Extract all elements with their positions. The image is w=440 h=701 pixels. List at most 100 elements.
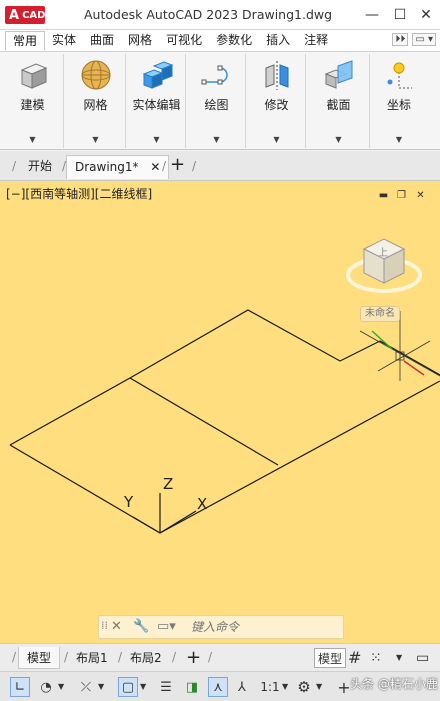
layout-tab-bar: / 模型 / 布局1 / 布局2 / + / 模型 # ⁙ ▼ ▭ [0, 643, 440, 671]
close-icon: ✕ [420, 7, 432, 23]
panel-mesh[interactable]: 网格 ▼ [66, 54, 126, 148]
snap-icon[interactable]: ⁙ [370, 648, 382, 668]
chevron-down-icon[interactable]: ▼ [66, 135, 125, 144]
mesh-sphere-icon [81, 60, 110, 90]
tab-separator: / [64, 650, 69, 664]
chevron-down-icon[interactable]: ▼ [58, 682, 64, 691]
title-bar: A CAD Autodesk AutoCAD 2023 Drawing1.dwg … [0, 0, 440, 30]
chevron-down-icon[interactable]: ▼ [316, 682, 322, 691]
axis-z-label: Z [163, 475, 174, 493]
chevron-down-icon[interactable]: ▼ [372, 135, 426, 144]
gear-icon[interactable]: ⚙ [294, 677, 314, 697]
close-button[interactable]: ✕ [414, 4, 438, 26]
close-icon[interactable]: ✕ [111, 619, 122, 634]
section-icon [324, 60, 352, 89]
viewport-close-icon[interactable]: ✕ [414, 189, 427, 202]
ribbon-panels: 建模 ▼ 网格 ▼ 实体编辑 ▼ 绘图 ▼ 修改 ▼ 截面 ▼ 坐标 ▼ [0, 52, 440, 150]
tab-drawing1[interactable]: Drawing1* ✕ [66, 155, 170, 179]
ribbon-minimize-button[interactable]: ▭ ▾ [412, 33, 436, 46]
tab-layout2[interactable]: 布局2 [130, 647, 162, 669]
axis-x-label: X [197, 495, 208, 513]
tab-model[interactable]: 模型 [18, 647, 61, 669]
viewport-controls-label[interactable]: [−][西南等轴测][二维线框] [6, 185, 152, 202]
tab-insert[interactable]: 插入 [259, 31, 297, 51]
tab-separator: / [208, 650, 213, 664]
tab-mesh[interactable]: 网格 [121, 31, 159, 51]
maximize-button[interactable]: ☐ [388, 4, 412, 26]
close-tab-icon[interactable]: ✕ [150, 160, 160, 174]
tab-solid[interactable]: 实体 [45, 31, 83, 51]
ucs-origin-icon [132, 493, 197, 534]
command-line: ⁞⁞ ✕ 🔧 ▭▾ [98, 615, 344, 639]
lineweight-icon[interactable]: ☰ [156, 677, 176, 697]
box-icon [20, 63, 47, 89]
polar-tracking-icon[interactable]: ◔ [36, 677, 56, 697]
object-snap-icon[interactable]: ▢ [118, 677, 138, 697]
chevron-down-icon[interactable]: ▼ [140, 682, 146, 691]
viewcube-face-label: 上 [378, 248, 388, 259]
ucs-icon [387, 62, 412, 89]
transparency-icon[interactable]: ◨ [182, 677, 202, 697]
panel-solid-edit[interactable]: 实体编辑 ▼ [128, 54, 186, 148]
panel-section[interactable]: 截面 ▼ [308, 54, 370, 148]
tab-start[interactable]: 开始 [28, 155, 52, 179]
tab-visualize[interactable]: 可视化 [159, 31, 209, 51]
tab-separator: / [118, 650, 123, 664]
new-layout-button[interactable]: + [186, 647, 201, 669]
chevron-down-icon[interactable]: ▼ [282, 682, 288, 691]
selection-cycling-icon[interactable]: ⋏ [208, 677, 228, 697]
customize-icon[interactable]: ▭ [416, 648, 429, 668]
viewport-restore-icon[interactable]: ❐ [395, 189, 408, 202]
autocad-logo[interactable]: A CAD [5, 6, 45, 24]
panel-modify[interactable]: 修改 ▼ [248, 54, 306, 148]
more-tabs-button[interactable]: ⏵⏵ [392, 33, 409, 46]
ucs-menu[interactable]: 未命名 [360, 306, 400, 322]
chevron-down-icon[interactable]: ▼ [98, 682, 104, 691]
chevron-down-icon[interactable]: ▼ [188, 135, 245, 144]
tab-annotate[interactable]: 注释 [297, 31, 335, 51]
tab-separator: / [192, 159, 197, 173]
drawing-viewport[interactable]: X Y Z [−][西南等轴测][二维线框] ▬ ❐ ✕ 上 未命名 [0, 181, 440, 643]
ribbon-tab-bar: 常用 实体 曲面 网格 可视化 参数化 插入 注释 ⏵⏵ ▭ ▾ [0, 30, 440, 52]
ribbon-overflow: ⏵⏵ ▭ ▾ [392, 33, 436, 46]
tab-home[interactable]: 常用 [5, 31, 46, 51]
tab-separator: / [172, 650, 177, 664]
new-tab-button[interactable]: + [170, 155, 185, 179]
recent-commands-icon[interactable]: ▭▾ [157, 619, 176, 634]
isodraft-icon[interactable]: ⤫ [76, 677, 96, 697]
annotation-scale[interactable]: 1:1 [258, 677, 282, 697]
panel-modeling[interactable]: 建模 ▼ [2, 54, 64, 148]
minimize-icon: — [365, 7, 379, 23]
ortho-icon[interactable]: ∟ [10, 677, 30, 697]
wrench-icon[interactable]: 🔧 [133, 619, 149, 634]
chevron-down-icon[interactable]: ▼ [2, 135, 63, 144]
viewport-minimize-icon[interactable]: ▬ [377, 189, 390, 202]
draw-icon [201, 65, 228, 85]
model-space-button[interactable]: 模型 [314, 648, 347, 668]
watermark: 头条 @精石小鹿 [350, 677, 438, 691]
window-title: Autodesk AutoCAD 2023 Drawing1.dwg [84, 7, 333, 22]
viewcube[interactable] [344, 227, 424, 307]
chevron-down-icon[interactable]: ▼ [128, 135, 185, 144]
annotation-visibility-icon[interactable]: ⅄ [232, 677, 252, 697]
axis-y-label: Y [124, 493, 134, 511]
minimize-button[interactable]: — [360, 4, 384, 26]
tab-separator: / [12, 159, 17, 173]
tab-separator: / [162, 159, 167, 173]
tab-parametric[interactable]: 参数化 [209, 31, 259, 51]
panel-draw[interactable]: 绘图 ▼ [188, 54, 246, 148]
tab-separator: / [12, 650, 17, 664]
document-tab-bar: / 开始 / Drawing1* ✕ / + / [0, 151, 440, 181]
maximize-icon: ☐ [393, 7, 407, 23]
tab-surface[interactable]: 曲面 [83, 31, 121, 51]
chevron-down-icon[interactable]: ▼ [308, 135, 369, 144]
panel-coordinates[interactable]: 坐标 ▼ [372, 54, 426, 148]
chevron-down-icon[interactable]: ▼ [248, 135, 305, 144]
chevron-down-icon[interactable]: ▼ [396, 648, 402, 668]
modify-icon [265, 61, 288, 90]
command-input[interactable] [191, 618, 339, 636]
grip-icon[interactable]: ⁞⁞ [101, 619, 108, 632]
solid-edit-icon [142, 61, 173, 89]
tab-layout1[interactable]: 布局1 [76, 647, 108, 669]
grid-icon[interactable]: # [348, 648, 361, 668]
